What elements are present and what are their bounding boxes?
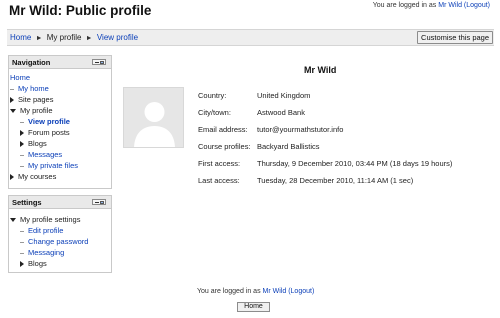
customise-page-button[interactable]: Customise this page (417, 31, 493, 44)
profile-name: Mr Wild (304, 65, 337, 75)
nav-item-forum-posts[interactable]: Forum posts (20, 128, 70, 137)
course-profiles-label: Course profiles: (198, 142, 251, 151)
settings-item-label[interactable]: Messaging (28, 248, 64, 257)
last-access-value: Tuesday, 28 December 2010, 11:14 AM (1 s… (257, 176, 414, 185)
nav-item-label: Blogs (28, 139, 47, 148)
leaf-bullet-icon (10, 88, 14, 90)
block-header: Navigation (9, 56, 111, 69)
breadcrumb-home[interactable]: Home (10, 33, 31, 42)
nav-item-private-files[interactable]: My private files (20, 161, 78, 170)
user-link[interactable]: Mr Wild (438, 2, 462, 9)
nav-item-my-courses[interactable]: My courses (10, 172, 56, 181)
leaf-bullet-icon (20, 121, 24, 123)
settings-item-blogs[interactable]: Blogs (20, 259, 47, 268)
block-header: Settings (9, 196, 111, 209)
leaf-bullet-icon (20, 241, 24, 243)
nav-item-site-pages[interactable]: Site pages (10, 95, 53, 104)
footer-login-info: You are logged in as Mr Wild (Logout) (197, 288, 314, 295)
leaf-bullet-icon (20, 154, 24, 156)
nav-item-label[interactable]: Home (10, 73, 30, 82)
expand-arrow-icon[interactable] (20, 141, 24, 148)
email-link[interactable]: tutor@yourmathstutor.info (257, 125, 343, 134)
first-access-label: First access: (198, 159, 241, 168)
collapse-arrow-icon[interactable] (10, 218, 16, 223)
avatar (123, 87, 184, 148)
settings-item-messaging[interactable]: Messaging (20, 248, 64, 257)
dock-block-icon[interactable] (92, 199, 106, 205)
dock-block-icon[interactable] (92, 59, 106, 65)
nav-item-label: Site pages (18, 95, 54, 104)
user-silhouette-icon (124, 88, 183, 147)
breadcrumb-my-profile: My profile (46, 33, 82, 42)
first-access-value: Thursday, 9 December 2010, 03:44 PM (18 … (257, 159, 453, 168)
nav-item-home[interactable]: Home (10, 73, 30, 82)
leaf-bullet-icon (20, 230, 24, 232)
block-title: Settings (12, 198, 42, 207)
settings-item-label[interactable]: Edit profile (28, 226, 63, 235)
nav-item-label: My profile (20, 106, 53, 115)
nav-item-label: Forum posts (28, 128, 70, 137)
course-profile-link[interactable]: Backyard Ballistics (257, 142, 320, 151)
breadcrumb-separator-icon: ► (85, 35, 93, 42)
nav-item-label[interactable]: Messages (28, 150, 62, 159)
logout-link[interactable]: (Logout) (288, 288, 314, 295)
nav-item-blogs[interactable]: Blogs (20, 139, 47, 148)
nav-item-my-home[interactable]: My home (10, 84, 49, 93)
city-value: Astwood Bank (257, 108, 305, 117)
home-button[interactable]: Home (237, 302, 270, 312)
logout-link[interactable]: (Logout) (464, 2, 490, 9)
last-access-label: Last access: (198, 176, 240, 185)
settings-item-profile-settings[interactable]: My profile settings (10, 215, 80, 224)
nav-item-label[interactable]: View profile (28, 117, 70, 126)
nav-item-label: My courses (18, 172, 57, 181)
expand-arrow-icon[interactable] (20, 261, 24, 268)
block-title: Navigation (12, 58, 51, 67)
settings-block: Settings My profile settings Edit profil… (8, 195, 112, 273)
expand-arrow-icon[interactable] (10, 174, 14, 181)
login-prefix: You are logged in as (197, 288, 261, 295)
breadcrumb-view-profile[interactable]: View profile (97, 33, 138, 42)
settings-item-label: My profile settings (20, 215, 81, 224)
nav-item-my-profile[interactable]: My profile (10, 106, 53, 115)
collapse-arrow-icon[interactable] (10, 109, 16, 114)
breadcrumb: Home ► My profile ► View profile (10, 33, 138, 42)
navigation-block: Navigation Home My home Site pages My pr… (8, 55, 112, 189)
settings-item-label[interactable]: Change password (28, 237, 88, 246)
breadcrumb-separator-icon: ► (35, 35, 43, 42)
nav-item-messages[interactable]: Messages (20, 150, 62, 159)
expand-arrow-icon[interactable] (10, 97, 14, 104)
country-label: Country: (198, 91, 227, 100)
navbar: Home ► My profile ► View profile Customi… (7, 29, 494, 46)
settings-item-label: Blogs (28, 259, 47, 268)
settings-item-edit-profile[interactable]: Edit profile (20, 226, 63, 235)
country-value: United Kingdom (257, 91, 311, 100)
login-info: You are logged in as Mr Wild (Logout) (373, 2, 490, 9)
nav-item-view-profile[interactable]: View profile (20, 117, 70, 126)
user-link[interactable]: Mr Wild (263, 288, 287, 295)
city-label: City/town: (198, 108, 231, 117)
email-label: Email address: (198, 125, 248, 134)
leaf-bullet-icon (20, 252, 24, 254)
settings-item-change-password[interactable]: Change password (20, 237, 88, 246)
leaf-bullet-icon (20, 165, 24, 167)
login-prefix: You are logged in as (372, 2, 437, 9)
nav-item-label[interactable]: My private files (28, 161, 78, 170)
page-title: Mr Wild: Public profile (9, 3, 152, 18)
nav-item-label[interactable]: My home (18, 84, 49, 93)
expand-arrow-icon[interactable] (20, 130, 24, 137)
